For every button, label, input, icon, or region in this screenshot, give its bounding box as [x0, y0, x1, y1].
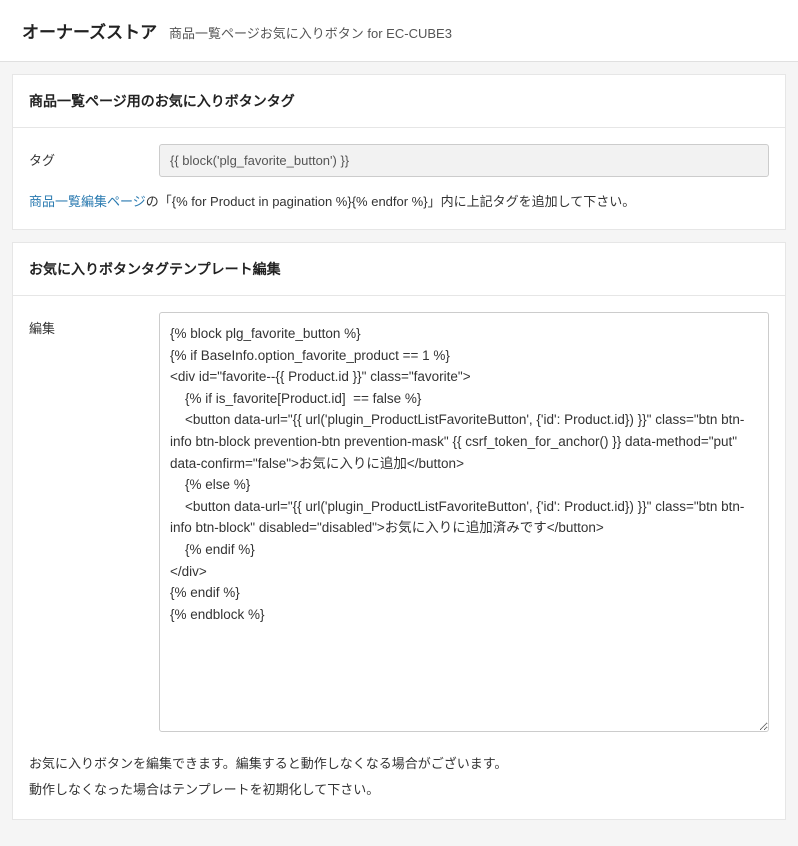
- template-textarea[interactable]: [159, 312, 769, 732]
- panel-tag: 商品一覧ページ用のお気に入りボタンタグ タグ {{ block('plg_fav…: [12, 74, 786, 230]
- tag-row: タグ {{ block('plg_favorite_button') }}: [29, 144, 769, 177]
- tag-value-box[interactable]: {{ block('plg_favorite_button') }}: [159, 144, 769, 177]
- edit-row: 編集: [29, 312, 769, 735]
- tag-hint: 商品一覧編集ページの「{% for Product in pagination …: [29, 191, 769, 213]
- panel-template: お気に入りボタンタグテンプレート編集 編集 お気に入りボタンを編集できます。編集…: [12, 242, 786, 820]
- tag-label: タグ: [29, 144, 159, 169]
- edit-label: 編集: [29, 312, 159, 337]
- panel-template-heading: お気に入りボタンタグテンプレート編集: [13, 243, 785, 296]
- page-title: オーナーズストア: [22, 23, 157, 42]
- product-list-edit-link[interactable]: 商品一覧編集ページ: [29, 194, 146, 209]
- desc-line-1: お気に入りボタンを編集できます。編集すると動作しなくなる場合がございます。: [29, 751, 769, 777]
- panel-tag-heading: 商品一覧ページ用のお気に入りボタンタグ: [13, 75, 785, 128]
- tag-hint-text: の「{% for Product in pagination %}{% endf…: [146, 194, 635, 209]
- template-description: お気に入りボタンを編集できます。編集すると動作しなくなる場合がございます。 動作…: [29, 751, 769, 803]
- page-header: オーナーズストア 商品一覧ページお気に入りボタン for EC-CUBE3: [0, 0, 798, 62]
- page-subtitle: 商品一覧ページお気に入りボタン for EC-CUBE3: [169, 26, 452, 41]
- desc-line-2: 動作しなくなった場合はテンプレートを初期化して下さい。: [29, 777, 769, 803]
